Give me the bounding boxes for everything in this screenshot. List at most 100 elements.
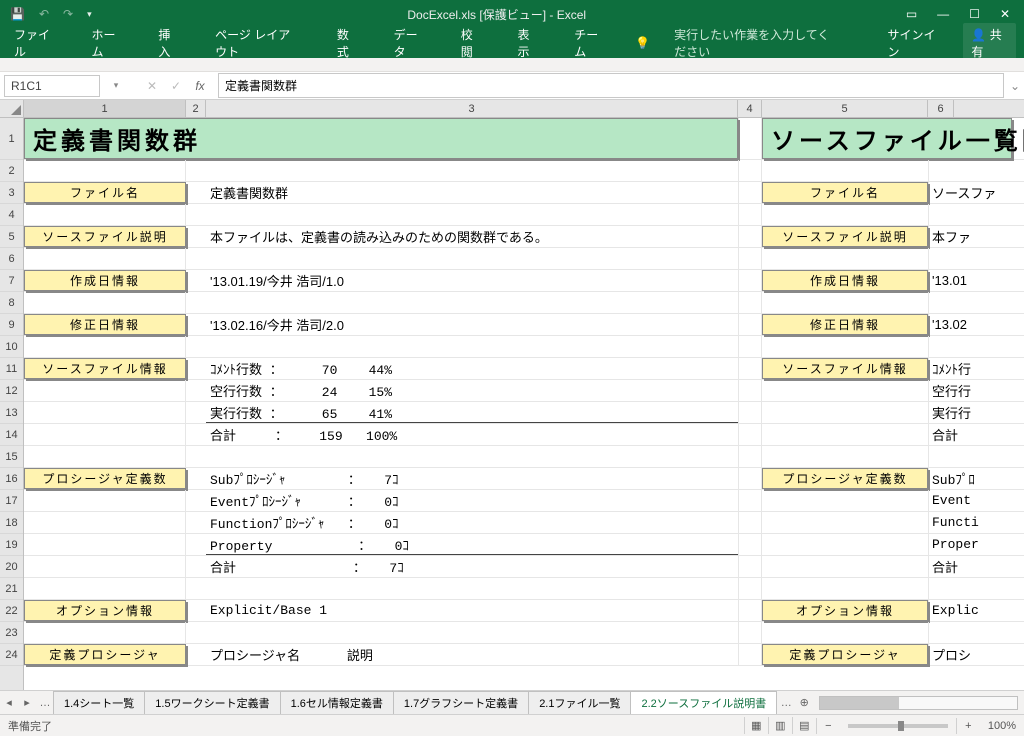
- cell-value: '13.01.19/今井 浩司/1.0: [206, 270, 738, 291]
- scrollbar-thumb[interactable]: [820, 697, 899, 709]
- cell-value: 本ファ: [928, 226, 984, 247]
- row-headers[interactable]: 123456789101112131415161718192021222324: [0, 118, 24, 690]
- zoom-out-icon[interactable]: −: [816, 718, 840, 734]
- field-label: 定義プロシージャ: [762, 644, 928, 665]
- sheet-tab[interactable]: 2.1ファイル一覧: [528, 691, 631, 715]
- status-bar: 準備完了 ▦ ▥ ▤ − + 100%: [0, 714, 1024, 736]
- select-all-corner[interactable]: [0, 100, 24, 118]
- row-header[interactable]: 21: [0, 578, 23, 600]
- col-header[interactable]: 3: [206, 100, 738, 117]
- cell-value: 合計 ： 7ｺ: [206, 556, 738, 577]
- grid-row: ソースファイル情報ｺﾒﾝﾄ行数 ： 70 44%ソースファイル情報ｺﾒﾝﾄ行: [24, 358, 1024, 380]
- zoom-slider[interactable]: [848, 724, 948, 728]
- field-label: 定義プロシージャ: [24, 644, 186, 665]
- sheet-nav-prev-icon[interactable]: ▸: [18, 696, 36, 709]
- sheet-nav-more-icon[interactable]: …: [36, 697, 54, 709]
- grid-row: ファイル名定義書関数群ファイル名ソースファ: [24, 182, 1024, 204]
- row-header[interactable]: 24: [0, 644, 23, 666]
- row-header[interactable]: 23: [0, 622, 23, 644]
- minimize-icon[interactable]: —: [937, 7, 949, 21]
- cancel-formula-icon[interactable]: ✕: [140, 79, 164, 93]
- row-header[interactable]: 15: [0, 446, 23, 468]
- ribbon-options-icon[interactable]: ▭: [906, 7, 917, 21]
- sheet-tab[interactable]: 1.6セル情報定義書: [280, 691, 394, 715]
- field-label: プロシージャ定義数: [762, 468, 928, 489]
- zoom-thumb[interactable]: [898, 721, 904, 731]
- new-sheet-icon[interactable]: ⊕: [795, 696, 813, 709]
- row-header[interactable]: 20: [0, 556, 23, 578]
- window-title: DocExcel.xls [保護ビュー] - Excel: [102, 6, 892, 23]
- cell-value: Explic: [928, 600, 984, 621]
- view-normal-icon[interactable]: ▦: [744, 717, 768, 734]
- row-header[interactable]: 11: [0, 358, 23, 380]
- col-header[interactable]: 4: [738, 100, 762, 117]
- sheet-nav-more2-icon[interactable]: …: [777, 697, 795, 709]
- row-header[interactable]: 18: [0, 512, 23, 534]
- zoom-level[interactable]: 100%: [988, 720, 1016, 732]
- row-header[interactable]: 8: [0, 292, 23, 314]
- cell-value: Event: [928, 490, 984, 511]
- col-header[interactable]: 6: [928, 100, 954, 117]
- cell-value: '13.02: [928, 314, 984, 335]
- name-box[interactable]: R1C1: [4, 75, 100, 97]
- row-header[interactable]: 2: [0, 160, 23, 182]
- cell-value: 空行行数 ： 24 15%: [206, 380, 738, 401]
- share-button[interactable]: 👤 共有: [963, 23, 1016, 63]
- horizontal-scrollbar[interactable]: [819, 696, 1018, 710]
- sheet-tab[interactable]: 2.2ソースファイル説明書: [630, 691, 777, 715]
- row-header[interactable]: 13: [0, 402, 23, 424]
- row-header[interactable]: 3: [0, 182, 23, 204]
- grid-row: 定義プロシージャプロシージャ名 説明定義プロシージャプロシ: [24, 644, 1024, 666]
- row-header[interactable]: 4: [0, 204, 23, 226]
- grid-row: [24, 578, 1024, 600]
- field-label: ファイル名: [24, 182, 186, 203]
- sheet-nav-first-icon[interactable]: ◂: [0, 696, 18, 709]
- save-icon[interactable]: 💾: [10, 7, 25, 21]
- zoom-in-icon[interactable]: +: [956, 718, 980, 734]
- redo-icon[interactable]: ↷: [63, 7, 73, 21]
- row-header[interactable]: 17: [0, 490, 23, 512]
- enter-formula-icon[interactable]: ✓: [164, 79, 188, 93]
- row-header[interactable]: 6: [0, 248, 23, 270]
- fx-icon[interactable]: fx: [188, 79, 212, 93]
- grid-row: [24, 248, 1024, 270]
- spreadsheet-grid[interactable]: 1 2 3 4 5 6 1234567891011121314151617181…: [0, 100, 1024, 690]
- close-icon[interactable]: ✕: [1000, 7, 1010, 21]
- grid-row: Property ： 0ｺProper: [24, 534, 1024, 556]
- maximize-icon[interactable]: ☐: [969, 7, 980, 21]
- column-headers[interactable]: 1 2 3 4 5 6: [24, 100, 1024, 118]
- row-header[interactable]: 12: [0, 380, 23, 402]
- namebox-dropdown-icon[interactable]: ▾: [104, 80, 128, 91]
- row-header[interactable]: 7: [0, 270, 23, 292]
- formula-expand-icon[interactable]: ⌄: [1010, 79, 1024, 93]
- cell-value: プロシージャ名 説明: [206, 644, 738, 665]
- sheet-tab[interactable]: 1.5ワークシート定義書: [144, 691, 280, 715]
- qat-dropdown-icon[interactable]: ▾: [87, 9, 92, 20]
- formula-bar: R1C1 ▾ ✕ ✓ fx 定義書関数群 ⌄: [0, 72, 1024, 100]
- col-header[interactable]: 1: [24, 100, 186, 117]
- cell-value: 実行行: [928, 402, 984, 423]
- view-pagebreak-icon[interactable]: ▤: [792, 717, 816, 734]
- signin-link[interactable]: サインイン: [888, 26, 940, 60]
- undo-icon[interactable]: ↶: [39, 7, 49, 21]
- row-header[interactable]: 5: [0, 226, 23, 248]
- cells-area[interactable]: 定義書関数群 ソースファイル一覧関数 ファイル名定義書関数群ファイル名ソースファ…: [24, 118, 1024, 690]
- row-header[interactable]: 14: [0, 424, 23, 446]
- row-header[interactable]: 19: [0, 534, 23, 556]
- row-header[interactable]: 10: [0, 336, 23, 358]
- grid-row: 修正日情報'13.02.16/今井 浩司/2.0修正日情報'13.02: [24, 314, 1024, 336]
- formula-input[interactable]: 定義書関数群: [218, 73, 1004, 98]
- sheet-tab[interactable]: 1.7グラフシート定義書: [393, 691, 529, 715]
- grid-row: 作成日情報'13.01.19/今井 浩司/1.0作成日情報'13.01: [24, 270, 1024, 292]
- row-header[interactable]: 22: [0, 600, 23, 622]
- col-header[interactable]: 5: [762, 100, 928, 117]
- sheet-tab[interactable]: 1.4シート一覧: [53, 691, 145, 715]
- grid-row: [24, 292, 1024, 314]
- row-header[interactable]: 16: [0, 468, 23, 490]
- row-header[interactable]: 1: [0, 118, 23, 160]
- row-header[interactable]: 9: [0, 314, 23, 336]
- tell-me-input[interactable]: 実行したい作業を入力してください: [674, 26, 839, 60]
- view-pagelayout-icon[interactable]: ▥: [768, 717, 792, 734]
- col-header[interactable]: 2: [186, 100, 206, 117]
- grid-row: 定義書関数群 ソースファイル一覧関数: [24, 118, 1024, 160]
